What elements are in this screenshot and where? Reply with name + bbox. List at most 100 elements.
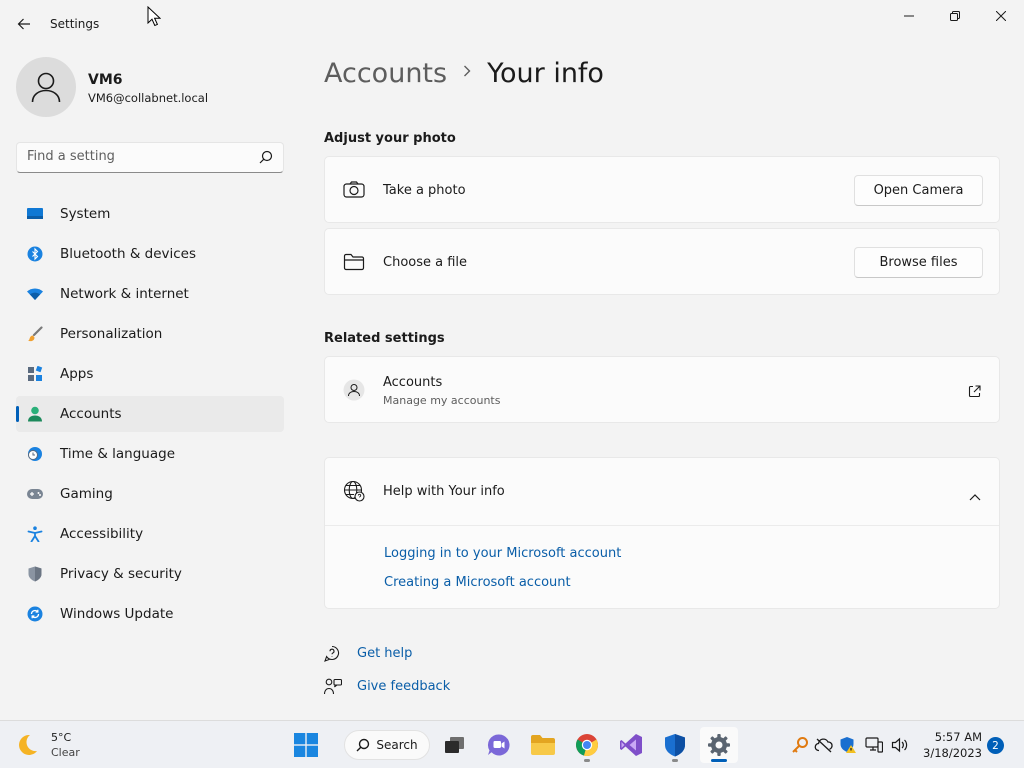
sidebar-item-label: Time & language [60,446,176,462]
sidebar-item-label: Personalization [60,326,163,342]
sidebar-item-system[interactable]: System [16,196,284,232]
sidebar-item-accessibility[interactable]: Accessibility [16,516,284,552]
chevron-right-icon [463,62,471,81]
close-button[interactable] [978,0,1024,32]
sidebar-item-time-language[interactable]: Time & language [16,436,284,472]
taskbar-search-label: Search [376,738,418,752]
weather-widget[interactable]: 5°C Clear [14,727,114,763]
browse-files-button[interactable]: Browse files [854,247,983,278]
visual-studio-icon [620,734,642,756]
accounts-related-label: Accounts [383,375,443,390]
clock[interactable]: 5:57 AM 3/18/2023 [918,729,982,761]
accounts-related-card[interactable]: Accounts Manage my accounts [324,356,1000,423]
shield-icon [665,734,685,757]
search-input[interactable] [27,149,247,164]
help-title: Help with Your info [383,484,505,499]
sidebar-item-label: Privacy & security [60,566,182,582]
security-tray-icon[interactable] [838,735,858,755]
notification-badge[interactable]: 2 [987,737,1004,754]
task-view-button[interactable] [436,727,474,763]
help-header[interactable]: Help with Your info [325,458,999,525]
sidebar-item-label: Accounts [60,406,122,422]
onedrive-icon[interactable] [814,735,834,755]
link-creating-account[interactable]: Creating a Microsoft account [384,575,571,590]
chat-icon [487,734,510,756]
breadcrumb-parent[interactable]: Accounts [324,58,447,89]
apps-icon [26,365,44,383]
link-logging-in[interactable]: Logging in to your Microsoft account [384,546,621,561]
accounts-related-sublabel: Manage my accounts [383,394,501,407]
give-feedback-link[interactable]: Give feedback [357,679,450,694]
camera-icon [343,179,365,201]
sidebar-item-windows-update[interactable]: Windows Update [16,596,284,632]
close-icon [996,11,1006,21]
page-title: Your info [487,58,604,89]
weather-condition: Clear [51,746,80,759]
wifi-icon [26,285,44,303]
sidebar-item-label: Network & internet [60,286,189,302]
search-icon [356,738,370,752]
gamepad-icon [26,485,44,503]
bluetooth-icon [26,245,44,263]
sidebar-item-personalization[interactable]: Personalization [16,316,284,352]
sidebar-item-label: Gaming [60,486,113,502]
folder-icon [343,251,365,273]
update-icon [26,605,44,623]
system-icon [26,205,44,223]
key-icon[interactable] [790,735,810,755]
account-icon [26,405,44,423]
sidebar-item-network[interactable]: Network & internet [16,276,284,312]
shield-icon [26,565,44,583]
sidebar-item-label: Apps [60,366,94,382]
user-email: VM6@collabnet.local [88,91,209,105]
defender-button[interactable] [656,727,694,763]
open-camera-button[interactable]: Open Camera [854,175,983,206]
sidebar-item-bluetooth[interactable]: Bluetooth & devices [16,236,284,272]
sidebar-item-privacy[interactable]: Privacy & security [16,556,284,592]
brush-icon [26,325,44,343]
gear-icon [708,734,730,756]
sidebar-item-accounts[interactable]: Accounts [16,396,284,432]
sidebar-item-label: Windows Update [60,606,174,622]
person-circle-icon [343,379,365,401]
feedback-icon [323,678,343,700]
avatar[interactable] [16,57,76,117]
user-name: VM6 [88,72,123,88]
back-button[interactable] [10,10,38,38]
moon-icon [19,734,37,755]
network-icon[interactable] [864,735,884,755]
sidebar-item-label: System [60,206,111,222]
globe-help-icon [343,480,365,502]
search-icon[interactable] [259,150,273,164]
chrome-button[interactable] [568,727,606,763]
minimize-icon [904,15,914,17]
restore-icon [950,11,960,21]
chrome-icon [576,734,598,757]
start-button[interactable] [287,727,325,763]
breadcrumb: Accounts Your info [324,58,604,89]
app-title: Settings [50,17,100,31]
settings-button[interactable] [700,727,738,763]
maximize-button[interactable] [932,0,978,32]
file-explorer-button[interactable] [524,727,562,763]
help-card: Help with Your info Logging in to your M… [324,457,1000,609]
search-box[interactable] [16,142,284,173]
take-photo-label: Take a photo [383,183,466,198]
visual-studio-button[interactable] [612,727,650,763]
chat-button[interactable] [480,727,518,763]
choose-file-label: Choose a file [383,255,468,270]
mouse-cursor-icon [147,6,161,27]
taskbar-search[interactable]: Search [344,730,430,760]
active-indicator [711,759,727,762]
sidebar-item-apps[interactable]: Apps [16,356,284,392]
windows-logo-icon [294,733,318,757]
volume-icon[interactable] [890,735,910,755]
section-title-adjust-photo: Adjust your photo [324,131,456,146]
running-indicator [672,759,678,762]
section-title-related-settings: Related settings [324,331,445,346]
get-help-link[interactable]: Get help [357,646,412,661]
minimize-button[interactable] [886,0,932,32]
sidebar-item-gaming[interactable]: Gaming [16,476,284,512]
clock-date: 3/18/2023 [923,746,982,760]
chevron-up-icon[interactable] [969,486,981,505]
